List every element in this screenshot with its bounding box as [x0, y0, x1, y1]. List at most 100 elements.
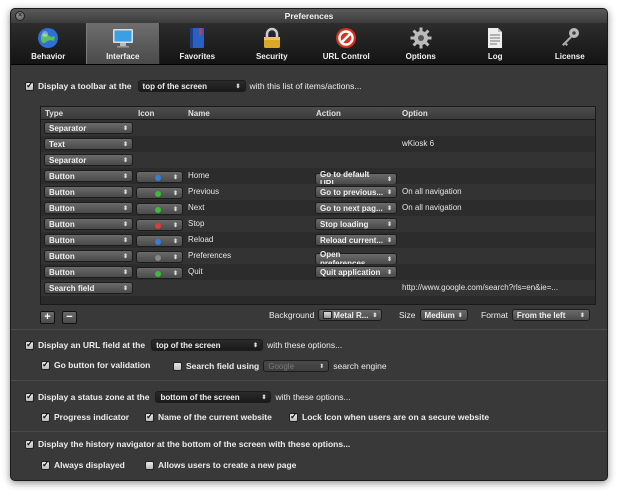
divider [11, 380, 607, 381]
tab-label: Favorites [179, 52, 216, 61]
icon-select[interactable]: ⬍ [136, 219, 183, 231]
tab-favorites[interactable]: Favorites [160, 23, 235, 64]
icon-select[interactable]: ⬍ [136, 267, 183, 279]
icon-select[interactable]: ⬍ [136, 251, 183, 263]
item-name: Next [188, 203, 205, 212]
icon-select[interactable]: ⬍ [136, 171, 183, 183]
interface-pane: Display a toolbar at the top of the scre… [11, 66, 607, 480]
go-button-checkbox[interactable] [41, 359, 50, 370]
select-value: Button [49, 187, 75, 197]
toolbar-position-select[interactable]: top of the screen ⬍ [137, 80, 246, 92]
action-select[interactable]: Stop loading ⬍ [315, 218, 397, 230]
type-select[interactable]: Button ⬍ [44, 266, 133, 278]
url-position-select[interactable]: top of the screen ⬍ [151, 339, 264, 351]
select-value: Separator [49, 155, 87, 165]
table-row[interactable]: Button ⬍ ⬍ Previous Go to previous... ⬍ On all… [41, 184, 595, 200]
preferences-toolbar: Behavior Interface Favorites Security UR… [11, 23, 607, 65]
table-row[interactable]: Text ⬍ wKiosk 6 [41, 136, 595, 152]
action-select[interactable]: Go to previous... ⬍ [315, 186, 397, 198]
icon-select[interactable]: ⬍ [136, 187, 183, 199]
progress-row: Progress indicator [41, 411, 130, 422]
type-select[interactable]: Button ⬍ [44, 202, 133, 214]
website-name-checkbox[interactable] [145, 411, 154, 422]
table-row[interactable]: Button ⬍ ⬍ Stop Stop loading ⬍ [41, 216, 595, 232]
tab-label: Log [487, 52, 503, 61]
create-page-checkbox[interactable] [145, 460, 154, 470]
select-value: top of the screen [156, 340, 221, 350]
title-bar: × Preferences [11, 9, 607, 23]
chevron-updown-icon: ⬍ [386, 189, 392, 196]
type-select[interactable]: Search field ⬍ [44, 282, 133, 294]
action-select[interactable]: Go to next pag... ⬍ [315, 202, 397, 214]
chevron-updown-icon: ⬍ [122, 205, 128, 212]
lock-icon-checkbox[interactable] [289, 411, 298, 422]
history-checkbox[interactable] [25, 438, 34, 449]
tab-security[interactable]: Security [235, 23, 310, 64]
go-button-label: Go button for validation [54, 360, 151, 370]
always-displayed-label: Always displayed [54, 460, 125, 470]
tab-log[interactable]: Log [458, 23, 533, 64]
table-row[interactable]: Search field ⬍ http://www.google.com/searc… [41, 280, 595, 296]
status-zone-checkbox[interactable] [25, 391, 34, 402]
table-row[interactable]: Button ⬍ ⬍ Quit Quit application ⬍ [41, 264, 595, 280]
chevron-updown-icon: ⬍ [172, 270, 178, 277]
select-value: Button [49, 235, 75, 245]
icon-select[interactable]: ⬍ [136, 203, 183, 215]
chevron-updown-icon: ⬍ [372, 312, 378, 319]
chevron-updown-icon: ⬍ [122, 253, 128, 260]
item-option: On all navigation [402, 203, 462, 212]
tab-options[interactable]: Options [384, 23, 459, 64]
size-select[interactable]: Medium ⬍ [419, 309, 468, 321]
history-row: Display the history navigator at the bot… [25, 438, 350, 449]
type-select[interactable]: Button ⬍ [44, 170, 133, 182]
url-field-checkbox[interactable] [25, 339, 34, 350]
type-select[interactable]: Button ⬍ [44, 218, 133, 230]
item-option: http://www.google.com/search?rls=en&ie=.… [402, 283, 559, 292]
table-row[interactable]: Button ⬍ ⬍ Reload Reload current... ⬍ [41, 232, 595, 248]
icon-select[interactable]: ⬍ [136, 235, 183, 247]
document-icon [483, 26, 507, 50]
format-select[interactable]: From the left ⬍ [511, 309, 590, 321]
close-icon[interactable]: × [15, 11, 25, 21]
table-row[interactable]: Button ⬍ ⬍ Next Go to next pag... ⬍ On all nav… [41, 200, 595, 216]
tab-interface[interactable]: Interface [85, 23, 160, 64]
select-value: Button [49, 171, 75, 181]
type-select[interactable]: Button ⬍ [44, 186, 133, 198]
select-value: bottom of the screen [160, 392, 240, 402]
table-row[interactable]: Separator ⬍ [41, 120, 595, 136]
type-select[interactable]: Button ⬍ [44, 250, 133, 262]
search-engine-select[interactable]: Google ⬍ [263, 360, 330, 372]
chevron-updown-icon: ⬍ [172, 174, 178, 181]
action-select[interactable]: Reload current... ⬍ [315, 234, 397, 246]
type-select[interactable]: Text ⬍ [44, 138, 133, 150]
monitor-icon [111, 26, 135, 50]
stop-icon [155, 223, 161, 229]
background-select[interactable]: Metal R... ⬍ [318, 309, 383, 321]
search-field-checkbox[interactable] [173, 361, 182, 371]
tab-license[interactable]: License [533, 23, 608, 64]
table-row[interactable]: Separator ⬍ [41, 152, 595, 168]
progress-checkbox[interactable] [41, 411, 50, 422]
type-select[interactable]: Separator ⬍ [44, 122, 133, 134]
remove-item-button[interactable]: − [62, 311, 77, 324]
add-item-button[interactable]: + [40, 311, 55, 324]
action-select[interactable]: Quit application ⬍ [315, 266, 397, 278]
tab-url-control[interactable]: URL Control [309, 23, 384, 64]
select-value: Button [49, 267, 75, 277]
search-field-row: Search field using Google ⬍ search engine [173, 360, 387, 372]
table-row[interactable]: Button⬍⬍HomeGo to default URL⬍ [41, 168, 595, 188]
type-select[interactable]: Separator ⬍ [44, 154, 133, 166]
toolbar-checkbox[interactable] [25, 80, 34, 91]
select-value: Button [49, 203, 75, 213]
type-select[interactable]: Button ⬍ [44, 234, 133, 246]
background-row: Background Metal R... ⬍ [269, 309, 383, 321]
search-engine-suffix: search engine [333, 361, 387, 371]
select-value: Medium [424, 310, 455, 320]
tab-behavior[interactable]: Behavior [11, 23, 86, 64]
table-row[interactable]: Button⬍⬍PreferencesOpen preferences⬍ [41, 248, 595, 268]
status-position-select[interactable]: bottom of the screen ⬍ [155, 391, 272, 403]
url-prefix-label: Display an URL field at the [38, 340, 146, 350]
select-value: Reload current... [320, 235, 384, 245]
always-displayed-checkbox[interactable] [41, 459, 50, 470]
progress-label: Progress indicator [54, 412, 130, 422]
